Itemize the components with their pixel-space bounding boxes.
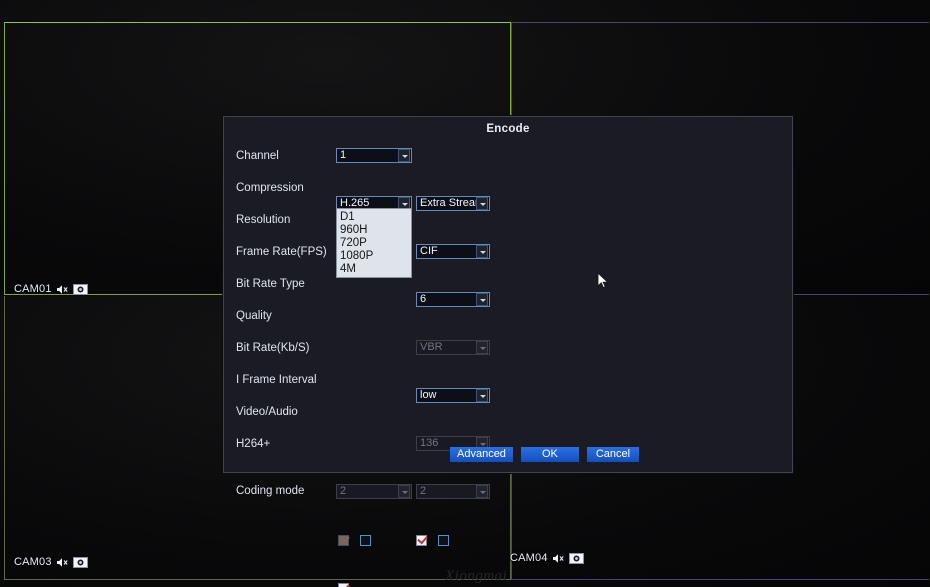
stream-type-value: Extra Stream (420, 197, 476, 209)
stream-type-select[interactable]: Extra Stream (416, 196, 490, 211)
row-label: Quality (236, 310, 272, 322)
row-label: Video/Audio (236, 406, 298, 418)
quality-extra-select[interactable]: low (416, 388, 490, 403)
frame-rate-extra-value: 6 (420, 293, 427, 305)
dropdown-option-d1[interactable]: D1 (337, 211, 411, 224)
camera-label-cam04: CAM04 (510, 552, 584, 564)
frame-rate-extra-select[interactable]: 6 (416, 292, 490, 307)
row-label: Bit Rate Type (236, 278, 305, 290)
h264plus-checkbox[interactable] (338, 583, 349, 587)
resolution-extra-select[interactable]: CIF (416, 244, 490, 259)
i-frame-main-select: 2 (336, 484, 412, 499)
speaker-mute-icon (56, 284, 69, 295)
encode-dialog: Encode Channel 1 Compression H.265 Extra… (223, 116, 793, 587)
brand-watermark: Xiongmai (445, 568, 508, 584)
channel-select[interactable]: 1 (336, 148, 412, 163)
dropdown-option-720p[interactable]: 720P (337, 237, 411, 250)
dropdown-option-4m[interactable]: 4M (337, 263, 411, 276)
camera-name: CAM01 (14, 283, 52, 295)
camera-label-cam03: CAM03 (14, 556, 88, 568)
ok-button[interactable]: OK (520, 447, 579, 462)
camera-icon (568, 552, 584, 564)
dropdown-option-1080p[interactable]: 1080P (337, 250, 411, 263)
camera-label-cam01: CAM01 (14, 283, 88, 295)
camera-icon (72, 283, 88, 295)
row-label: Coding mode (236, 485, 305, 497)
i-frame-extra-value: 2 (420, 485, 427, 497)
quality-extra-value: low (420, 389, 437, 401)
row-label: Bit Rate(Kb/S) (236, 342, 310, 354)
i-frame-main-value: 2 (340, 485, 347, 497)
channel-value: 1 (340, 149, 347, 161)
bit-rate-type-extra-select: VBR (416, 340, 490, 355)
dvr-screen: CAM01 CAM03 CAM04 Xiongmai Encode Channe… (0, 0, 930, 587)
row-label: Resolution (236, 214, 291, 226)
row-label: Channel (236, 150, 279, 162)
chevron-down-icon[interactable] (476, 197, 488, 210)
chevron-down-icon (476, 485, 488, 498)
chevron-down-icon (476, 341, 488, 354)
advanced-button[interactable]: Advanced (450, 447, 513, 462)
chevron-down-icon[interactable] (476, 293, 488, 306)
resolution-extra-value: CIF (420, 245, 438, 257)
speaker-mute-icon (552, 553, 565, 564)
row-label: Compression (236, 182, 304, 194)
chevron-down-icon (398, 485, 410, 498)
row-label: Frame Rate(FPS) (236, 246, 327, 258)
extra-video-checkbox[interactable] (416, 535, 427, 546)
main-audio-checkbox[interactable] (360, 535, 371, 546)
camera-name: CAM03 (14, 556, 52, 568)
main-video-checkbox (338, 535, 349, 546)
resolution-dropdown-list[interactable]: D1 960H 720P 1080P 4M (336, 208, 412, 278)
chevron-down-icon[interactable] (398, 149, 410, 162)
mouse-cursor (597, 271, 609, 290)
row-label: I Frame Interval (236, 374, 317, 386)
cancel-button[interactable]: Cancel (586, 447, 639, 462)
dialog-button-bar: Advanced OK Cancel (450, 447, 639, 462)
i-frame-extra-select: 2 (416, 484, 490, 499)
chevron-down-icon[interactable] (476, 389, 488, 402)
dialog-title: Encode (486, 123, 530, 135)
camera-name: CAM04 (510, 552, 548, 564)
row-label: H264+ (236, 438, 271, 450)
chevron-down-icon[interactable] (476, 245, 488, 258)
camera-icon (72, 556, 88, 568)
bit-rate-type-extra-value: VBR (420, 341, 443, 353)
speaker-mute-icon (56, 557, 69, 568)
extra-audio-checkbox[interactable] (438, 535, 449, 546)
dropdown-option-960h[interactable]: 960H (337, 224, 411, 237)
